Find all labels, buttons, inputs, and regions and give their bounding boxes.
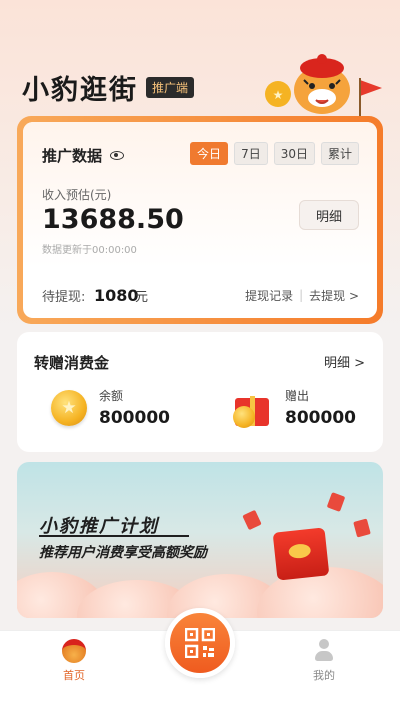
user-icon [314,639,334,663]
banner-underline [39,535,189,537]
red-envelope-icon [272,527,330,581]
nav-home-label: 首页 [63,669,85,682]
withdraw-amount: 1080 [94,285,139,305]
divider: | [299,288,304,302]
promo-plan-banner[interactable]: 小豹推广计划 推荐用户消费享受高额奖励 [17,462,383,618]
qr-scan-button[interactable] [165,608,235,678]
promo-title-text: 推广数据 [42,147,103,165]
banner-subtitle: 推荐用户消费享受高额奖励 [39,545,207,561]
withdraw-record-link[interactable]: 提现记录 [245,287,293,304]
transfer-card: 转赠消费金 明细 > 余额 800000 赠出 800000 [17,332,383,452]
svg-text:★: ★ [273,88,284,102]
transfer-detail-link[interactable]: 明细 > [324,352,365,371]
red-envelope-icon [353,518,371,538]
balance-value: 800000 [99,408,170,428]
red-envelope-icon [326,492,346,512]
promoter-tag: 推广端 [146,77,195,98]
tiger-icon [62,639,86,663]
nav-me[interactable]: 我的 [294,639,354,683]
coin-icon [51,389,87,426]
income-detail-button[interactable]: 明细 [299,200,359,230]
tiger-mascot-icon: ★ [265,54,382,118]
red-envelope-icon [242,509,262,531]
page-header: 小豹逛街 推广端 [22,68,195,107]
income-value: 13688.50 [42,204,184,235]
transfer-title: 转赠消费金 [34,354,110,372]
nav-home[interactable]: 首页 [44,639,104,683]
balance-label: 余额 [99,389,124,403]
period-tabs: 今日 7日 30日 累计 [190,142,359,165]
gift-item: 赠出 800000 [233,387,356,428]
nav-me-label: 我的 [313,669,335,682]
balance-item: 余额 800000 [51,387,170,428]
withdraw-label: 待提现: [42,289,86,305]
gift-label: 赠出 [285,389,310,403]
gift-icon [233,388,273,428]
promo-title: 推广数据 [42,145,125,166]
go-withdraw-link[interactable]: 去提现 > [309,287,359,304]
withdraw-unit: 元 [135,289,149,305]
tab-today[interactable]: 今日 [190,142,229,165]
tab-7days[interactable]: 7日 [234,142,268,165]
tab-total[interactable]: 累计 [320,142,359,165]
eye-icon[interactable] [110,151,125,160]
qr-code-icon [185,628,215,658]
update-time: 数据更新于00:00:00 [42,245,137,256]
app-title: 小豹逛街 [22,75,138,106]
income-label: 收入预估(元) [42,188,112,202]
tab-30days[interactable]: 30日 [273,142,315,165]
withdraw-row: 待提现: 1080 元 提现记录 | 去提现 > [23,272,377,318]
gift-value: 800000 [285,408,356,428]
promotion-data-card: 推广数据 今日 7日 30日 累计 收入预估(元) 13688.50 数据更新于… [17,116,383,324]
